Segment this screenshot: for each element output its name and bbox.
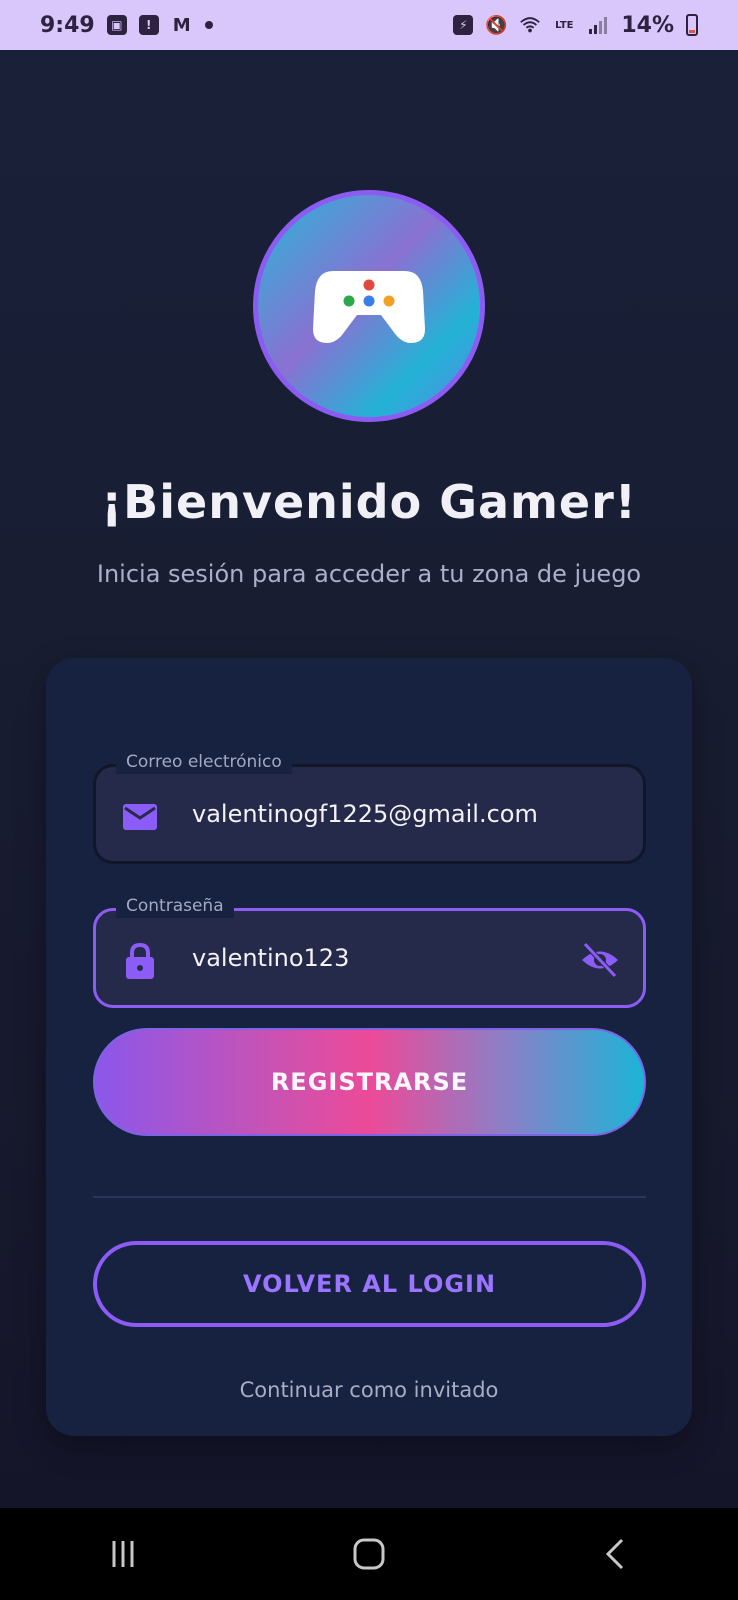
- home-icon: [353, 1538, 385, 1570]
- email-field[interactable]: Correo electrónico valentinogf1225@gmail…: [93, 750, 646, 864]
- recent-apps-icon: [112, 1541, 134, 1567]
- home-button[interactable]: [339, 1524, 399, 1584]
- back-to-login-button[interactable]: VOLVER AL LOGIN: [93, 1241, 646, 1327]
- lock-icon: [126, 942, 154, 979]
- divider: [93, 1196, 646, 1198]
- recent-apps-button[interactable]: [93, 1524, 153, 1584]
- mute-icon: 🔇: [485, 14, 508, 36]
- status-right: ⚡ 🔇 LTE 14%: [453, 13, 698, 38]
- battery-percentage: 14%: [621, 12, 674, 38]
- continue-as-guest-link[interactable]: Continuar como invitado: [46, 1378, 692, 1402]
- register-card: Correo electrónico valentinogf1225@gmail…: [46, 658, 692, 1436]
- status-left: 9:49 ▣ ! M: [40, 13, 213, 38]
- status-bar: 9:49 ▣ ! M ⚡ 🔇 LTE 14%: [0, 0, 738, 50]
- navigation-bar: [0, 1508, 738, 1600]
- back-icon: [605, 1538, 624, 1570]
- welcome-title: ¡Bienvenido Gamer!: [101, 475, 637, 529]
- email-input[interactable]: valentinogf1225@gmail.com: [192, 767, 538, 861]
- gamepad-icon: [313, 271, 425, 343]
- wifi-icon: [519, 14, 541, 36]
- welcome-subtitle: Inicia sesión para acceder a tu zona de …: [96, 560, 642, 588]
- gallery-notification-icon: ▣: [106, 15, 127, 35]
- alert-notification-icon: !: [138, 15, 159, 35]
- battery-saver-icon: ⚡: [453, 15, 474, 35]
- status-time: 9:49: [40, 12, 95, 38]
- app-logo: [253, 190, 485, 422]
- gmail-notification-icon: M: [172, 14, 191, 36]
- password-input[interactable]: valentino123: [192, 911, 349, 1005]
- login-screen: ¡Bienvenido Gamer! Inicia sesión para ac…: [0, 50, 738, 1508]
- password-field[interactable]: Contraseña valentino123: [93, 894, 646, 1008]
- eye-off-icon[interactable]: [579, 939, 621, 981]
- volte-icon: LTE: [555, 19, 574, 31]
- battery-icon: [686, 14, 698, 36]
- mail-icon: [123, 804, 157, 830]
- more-notifications-icon: [204, 21, 213, 29]
- signal-icon: [587, 14, 609, 36]
- register-button[interactable]: REGISTRARSE: [93, 1028, 646, 1136]
- back-button[interactable]: [585, 1524, 645, 1584]
